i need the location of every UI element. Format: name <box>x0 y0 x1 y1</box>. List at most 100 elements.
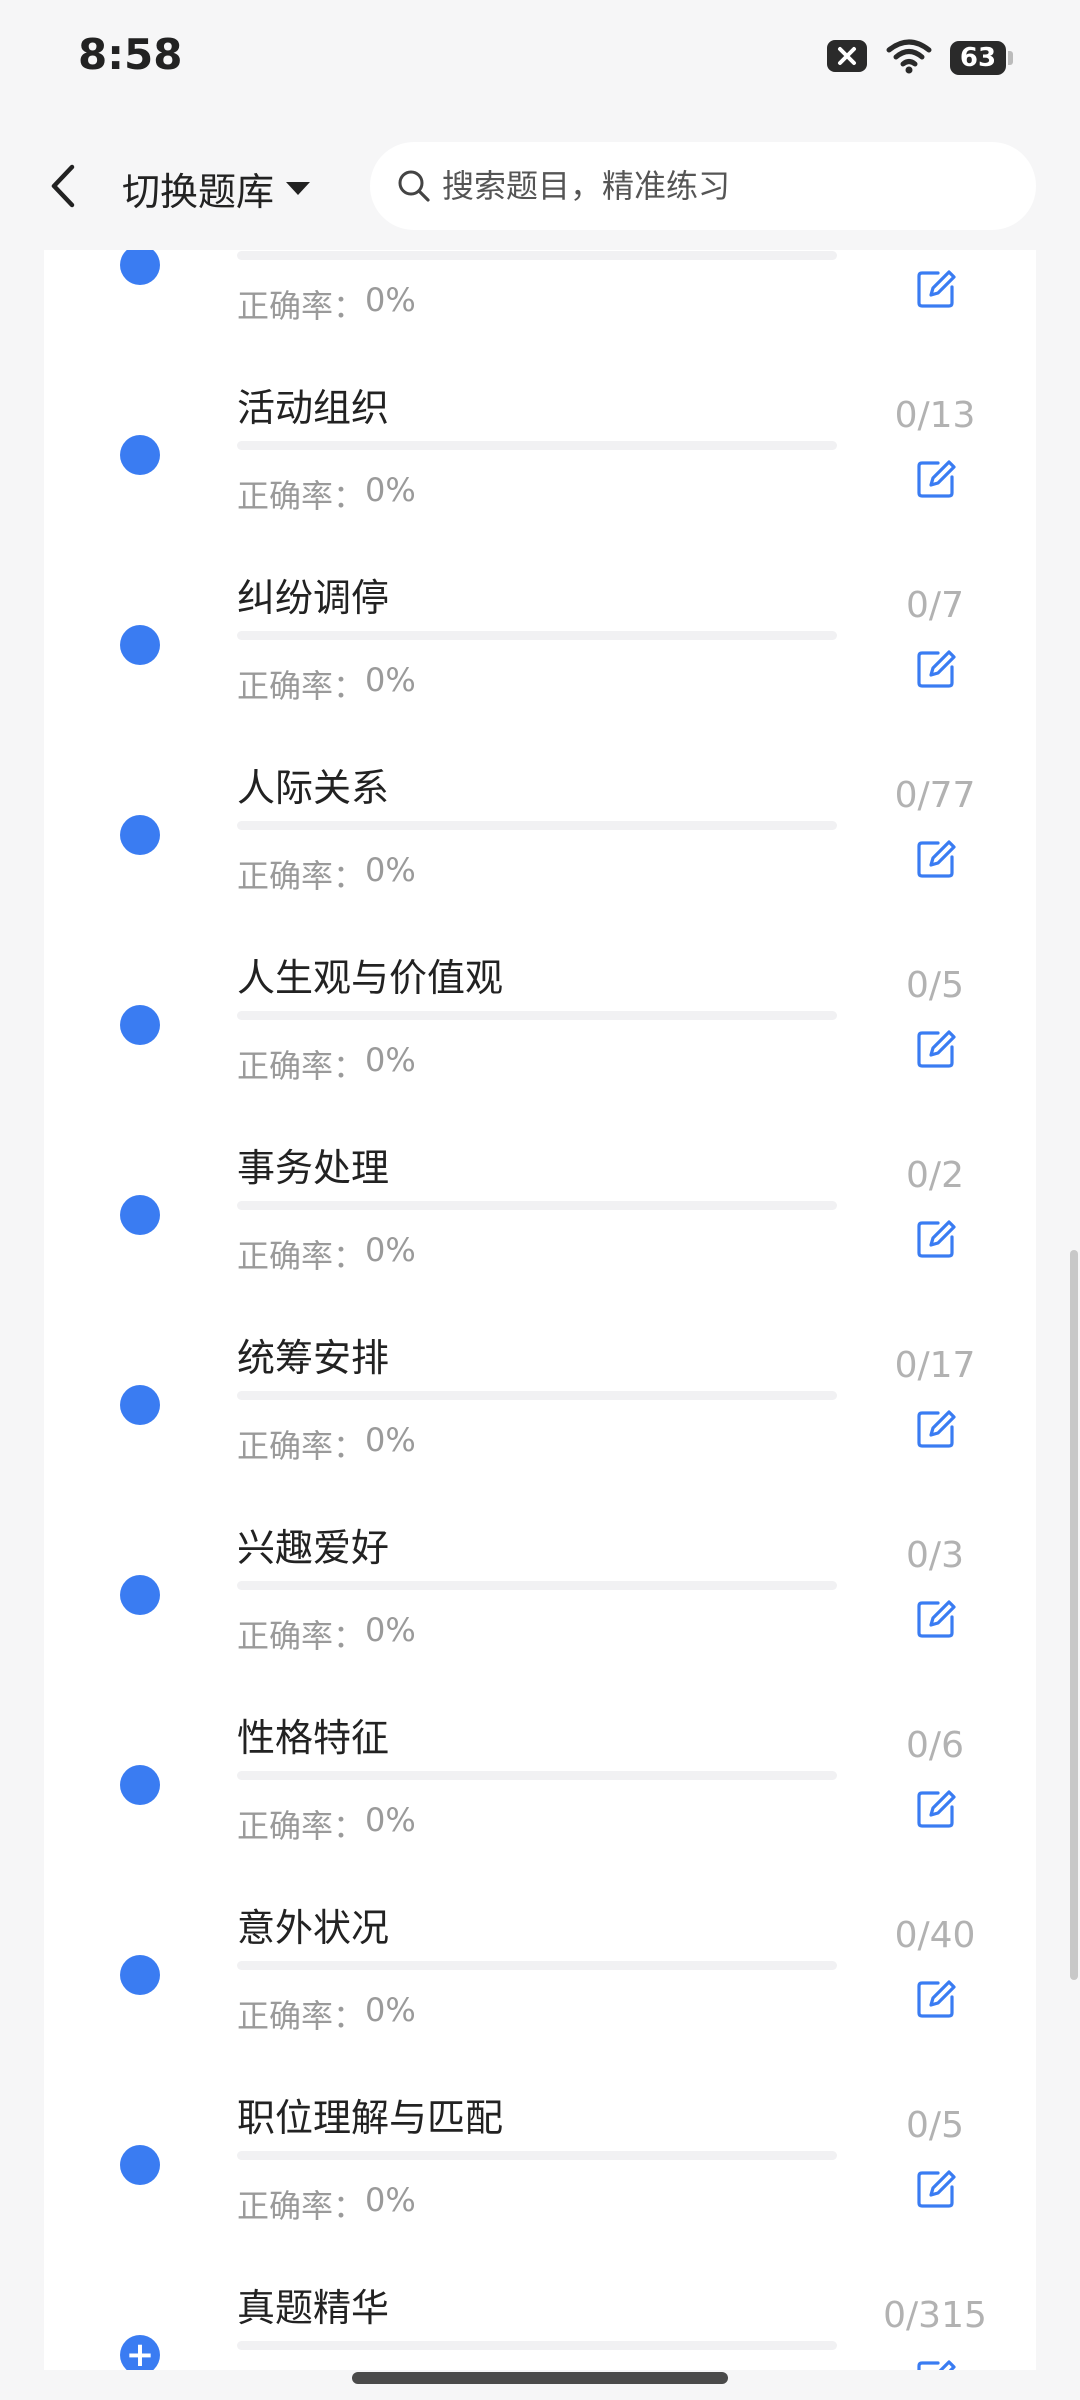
practice-edit-button[interactable] <box>912 1405 960 1453</box>
bullet-dot-icon <box>120 1765 160 1805</box>
bullet-dot-icon <box>120 1575 160 1615</box>
bullet-dot-icon <box>120 1005 160 1045</box>
list-item[interactable]: 人际关系正确率： 0% 0/77 <box>44 725 1036 915</box>
accuracy-value: 0% <box>365 1041 416 1079</box>
scrollbar[interactable] <box>1070 1250 1078 1980</box>
status-time: 8:58 <box>78 30 183 79</box>
accuracy-text: 正确率： 0% <box>237 1991 416 2037</box>
accuracy-label: 正确率： <box>237 287 366 325</box>
edit-icon <box>917 840 956 878</box>
progress-bar <box>237 1391 837 1400</box>
switch-question-bank-button[interactable]: 切换题库 <box>122 160 312 216</box>
question-count: 0/40 <box>894 1915 976 1956</box>
accuracy-text: 正确率： 0% <box>237 281 416 327</box>
home-indicator[interactable] <box>352 2372 728 2384</box>
accuracy-label: 正确率： <box>237 1237 366 1275</box>
category-title: 职位理解与匹配 <box>237 2096 504 2140</box>
category-title: 真题精华 <box>237 2286 390 2330</box>
category-title: 纠纷调停 <box>237 576 390 620</box>
list-item[interactable]: 兴趣爱好正确率： 0% 0/3 <box>44 1485 1036 1675</box>
question-count: 0/77 <box>894 775 976 816</box>
progress-bar <box>237 2151 837 2160</box>
bullet-dot-icon <box>120 625 160 665</box>
accuracy-text: 正确率： 0% <box>237 1231 416 1277</box>
question-count: 0/7 <box>906 585 964 626</box>
category-title: 兴趣爱好 <box>237 1526 390 1570</box>
accuracy-label: 正确率： <box>237 857 366 895</box>
battery-level: 63 <box>959 43 997 73</box>
progress-bar <box>237 631 837 640</box>
accuracy-label: 正确率： <box>237 1047 366 1085</box>
accuracy-value: 0% <box>365 661 416 699</box>
category-title: 人生观与价值观 <box>237 956 504 1000</box>
search-input[interactable] <box>440 166 1004 206</box>
status-bar: 8:58 63 <box>0 0 1080 120</box>
list-item[interactable]: 性格特征正确率： 0% 0/6 <box>44 1675 1036 1865</box>
bullet-dot-icon <box>120 2145 160 2185</box>
practice-edit-button[interactable] <box>912 835 960 883</box>
list-item[interactable]: 意外状况正确率： 0% 0/40 <box>44 1865 1036 2055</box>
question-count: 0/6 <box>906 1725 964 1766</box>
bullet-dot-icon <box>120 245 160 285</box>
accuracy-text: 正确率： 0% <box>237 471 416 517</box>
list-item[interactable]: 人生观与价值观 正确率： 0% 0/5 <box>44 915 1036 1105</box>
search-icon <box>396 168 432 204</box>
practice-edit-button[interactable] <box>912 1025 960 1073</box>
practice-edit-button[interactable] <box>912 1595 960 1643</box>
plus-circle-icon[interactable]: + <box>120 2335 160 2370</box>
practice-edit-button[interactable] <box>912 265 960 313</box>
list-item[interactable]: 事务处理 正确率： 0% 0/2 <box>44 1105 1036 1295</box>
accuracy-value: 0% <box>365 1421 416 1459</box>
category-list: 正确率： 0% 活动组织 正确率： 0% 0/13 纠纷调停 正确率： 0% 0/7 人际关系 正确率… <box>44 230 1036 2370</box>
category-title: 活动组织 <box>237 386 390 430</box>
practice-edit-button[interactable] <box>912 645 960 693</box>
progress-bar <box>237 1201 837 1210</box>
bullet-dot-icon <box>120 1955 160 1995</box>
practice-edit-button[interactable] <box>912 455 960 503</box>
accuracy-text: 正确率： 0% <box>237 1041 416 1087</box>
search-box[interactable] <box>370 142 1036 230</box>
accuracy-text: 正确率： 0% <box>237 661 416 707</box>
accuracy-text: 正确率： 0% <box>237 1801 416 1847</box>
category-title: 意外状况 <box>237 1906 390 1950</box>
practice-edit-button[interactable] <box>912 2165 960 2213</box>
list-item[interactable]: 职位理解与匹配 正确率： 0% 0/5 <box>44 2055 1036 2245</box>
practice-edit-button[interactable] <box>912 1215 960 1263</box>
status-icons: 63 <box>826 38 1013 78</box>
question-count: 0/3 <box>906 1535 964 1576</box>
accuracy-label: 正确率： <box>237 1427 366 1465</box>
list-item[interactable]: +真题精华正确率：0%0/315 <box>44 2245 1036 2370</box>
practice-edit-button[interactable] <box>912 2355 960 2370</box>
accuracy-text: 正确率： 0% <box>237 2181 416 2227</box>
edit-icon <box>917 1410 956 1448</box>
accuracy-label: 正确率： <box>237 1617 366 1655</box>
question-count: 0/5 <box>906 2105 964 2146</box>
list-item[interactable]: 纠纷调停正确率： 0% 0/7 <box>44 535 1036 725</box>
list-item[interactable]: 统筹安排 正确率： 0% 0/17 <box>44 1295 1036 1485</box>
question-count: 0/13 <box>894 395 976 436</box>
progress-bar <box>237 251 837 260</box>
category-title: 事务处理 <box>237 1146 390 1190</box>
progress-bar <box>237 821 837 830</box>
progress-bar <box>237 2341 837 2350</box>
accuracy-value: 0% <box>365 1991 416 2029</box>
edit-icon <box>917 2360 956 2370</box>
header-bar: 切换题库 <box>0 120 1080 250</box>
category-title: 性格特征 <box>237 1716 390 1760</box>
accuracy-value: 0% <box>365 1611 416 1649</box>
progress-bar <box>237 1011 837 1020</box>
edit-icon <box>917 650 956 688</box>
wifi-icon <box>886 38 932 78</box>
edit-icon <box>917 1030 956 1068</box>
accuracy-label: 正确率： <box>237 2187 366 2225</box>
edit-icon <box>917 1220 956 1258</box>
category-title: 人际关系 <box>237 766 390 810</box>
bullet-dot-icon <box>120 815 160 855</box>
accuracy-value: 0% <box>365 851 416 889</box>
back-button[interactable] <box>38 156 88 216</box>
question-count: 0/17 <box>894 1345 976 1386</box>
battery-icon: 63 <box>950 41 1013 75</box>
practice-edit-button[interactable] <box>912 1975 960 2023</box>
list-item[interactable]: 活动组织正确率： 0% 0/13 <box>44 345 1036 535</box>
practice-edit-button[interactable] <box>912 1785 960 1833</box>
